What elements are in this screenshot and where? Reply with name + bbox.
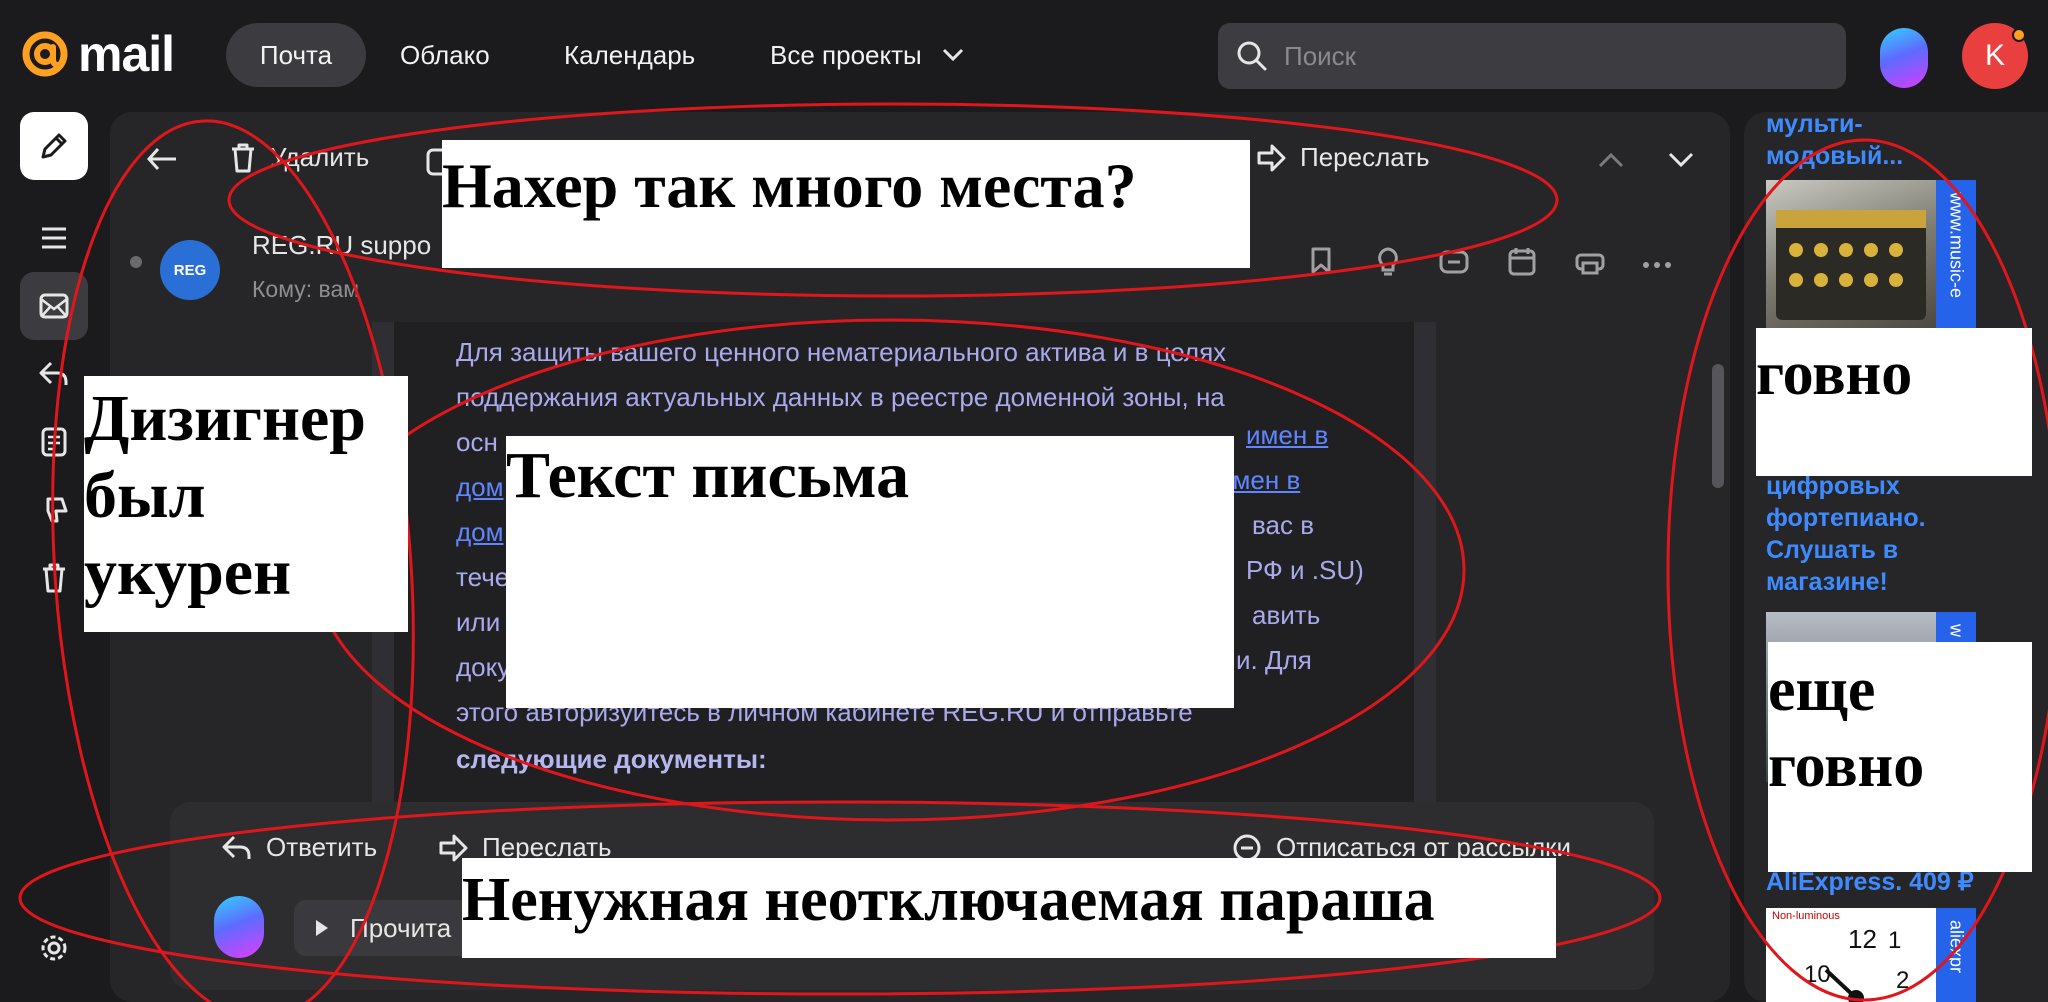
translate-button[interactable]	[1438, 246, 1470, 281]
ad-clock-image[interactable]: Non-luminous 12 10 1 2	[1766, 908, 1936, 1002]
body-line: Для защиты вашего ценного нематериальног…	[456, 337, 1227, 367]
ad-text[interactable]: цифровых фортепиано. Слушать в магазине!	[1766, 470, 1926, 598]
forward-label: Переслать	[1300, 142, 1430, 172]
bookmark-button[interactable]	[1310, 246, 1332, 279]
trash-icon	[43, 563, 65, 593]
pencil-icon	[41, 133, 67, 159]
annotation-left-line: был	[84, 459, 206, 532]
nav-cloud-tab[interactable]: Облако	[400, 23, 490, 87]
forward-icon	[1257, 144, 1286, 171]
reply-icon	[222, 835, 251, 859]
nav-all-projects-menu[interactable]: Все проекты	[770, 23, 964, 87]
forward-button[interactable]: Переслать	[1256, 142, 1430, 173]
delete-button[interactable]: Удалить	[230, 142, 369, 173]
annotation-top: Нахер так много места?	[442, 140, 1250, 268]
play-icon	[316, 920, 328, 936]
body-fragment: авить	[1252, 600, 1321, 630]
back-button[interactable]	[146, 146, 178, 177]
inbox-icon	[39, 293, 69, 319]
calendar-button[interactable]	[1508, 246, 1536, 281]
document-icon	[41, 427, 67, 457]
nav-all-projects-label: Все проекты	[770, 39, 922, 70]
assistant-orb-icon[interactable]	[214, 896, 264, 958]
svg-text:12: 12	[1848, 924, 1877, 954]
rail-trash-button[interactable]	[20, 544, 88, 612]
menu-button[interactable]	[20, 204, 88, 272]
nav-calendar-tab[interactable]: Календарь	[564, 23, 695, 87]
more-dots-icon	[1643, 262, 1671, 268]
body-line: поддержания актуальных данных в реестре …	[456, 382, 1225, 412]
wall-clock-image: 12 10 1 2	[1804, 924, 1909, 1002]
search-input[interactable]	[1284, 40, 1804, 72]
scrollbar-thumb[interactable]	[1712, 364, 1724, 488]
rail-notes-button[interactable]	[20, 408, 88, 476]
rail-reply-button[interactable]	[20, 340, 88, 408]
reply-icon	[39, 361, 68, 385]
printer-icon	[1575, 253, 1605, 275]
reply-label: Ответить	[266, 832, 378, 862]
hint-button[interactable]	[1376, 246, 1400, 281]
search-box[interactable]	[1218, 23, 1846, 89]
lightbulb-icon	[1378, 247, 1398, 276]
annotation-right-top: говно	[1756, 328, 2032, 476]
chevron-down-icon	[942, 48, 963, 62]
annotation-right-line: еще	[1768, 656, 1876, 724]
assistant-orb-button[interactable]	[1880, 28, 1928, 88]
sender-name[interactable]: REG.RU suppo	[252, 230, 431, 261]
annotation-right-bottom: еще говно	[1768, 642, 2032, 872]
mail-logo[interactable]: mail	[20, 26, 175, 82]
annotation-right-line: говно	[1768, 732, 1925, 800]
bookmark-icon	[1311, 247, 1331, 274]
hamburger-icon	[42, 227, 66, 249]
ad-clock-label: Non-luminous	[1772, 910, 1840, 922]
search-icon	[1237, 41, 1267, 71]
settings-button[interactable]	[20, 914, 88, 982]
print-button[interactable]	[1574, 246, 1606, 281]
rail-inbox-button[interactable]	[20, 272, 88, 340]
thumbs-down-icon	[46, 497, 68, 523]
recipient-line: Кому: вам	[252, 276, 360, 302]
chevron-down-icon	[1668, 152, 1694, 168]
annotation-left-line: укурен	[84, 536, 292, 609]
at-sign-icon	[22, 31, 68, 77]
rail-dislike-button[interactable]	[20, 476, 88, 544]
notification-dot	[2012, 28, 2026, 42]
more-button[interactable]	[1642, 256, 1672, 274]
unread-dot[interactable]	[130, 256, 142, 268]
reply-button[interactable]: Ответить	[222, 832, 377, 863]
calendar-icon	[1508, 248, 1536, 276]
svg-text:1: 1	[1888, 927, 1901, 954]
chevron-up-icon	[1598, 152, 1624, 168]
svg-text:10: 10	[1804, 961, 1831, 988]
body-link-fragment[interactable]: имен в	[1246, 420, 1328, 451]
svg-text:2: 2	[1896, 967, 1909, 994]
ad-side-label[interactable]: aliexpr	[1936, 908, 1976, 1002]
sender-avatar: REG	[160, 240, 220, 300]
previous-message-button[interactable]	[1598, 152, 1624, 173]
delete-label: Удалить	[270, 142, 370, 172]
trash-icon	[232, 143, 254, 172]
ad-text[interactable]: мульти- модовый...	[1766, 112, 1903, 172]
body-fragment: РФ и .SU)	[1246, 555, 1364, 585]
next-message-button[interactable]	[1668, 152, 1694, 173]
annotation-center: Текст письма	[506, 436, 1234, 708]
body-fragment: и. Для	[1236, 645, 1312, 675]
annotation-left-line: Дизигнер	[84, 382, 366, 455]
logo-text: mail	[78, 26, 175, 82]
body-fragment: вас в	[1252, 510, 1315, 540]
read-aloud-label: Прочита	[350, 912, 452, 943]
translate-icon	[1439, 250, 1469, 274]
annotation-left: Дизигнер был укурен	[84, 376, 408, 632]
compose-button[interactable]	[20, 112, 88, 180]
body-bold-line: следующие документы:	[456, 744, 767, 774]
nav-mail-tab[interactable]: Почта	[226, 23, 366, 87]
arrow-left-icon	[146, 147, 176, 171]
annotation-bottom: Ненужная неотключаемая параша	[462, 858, 1556, 958]
gear-icon	[41, 935, 67, 961]
